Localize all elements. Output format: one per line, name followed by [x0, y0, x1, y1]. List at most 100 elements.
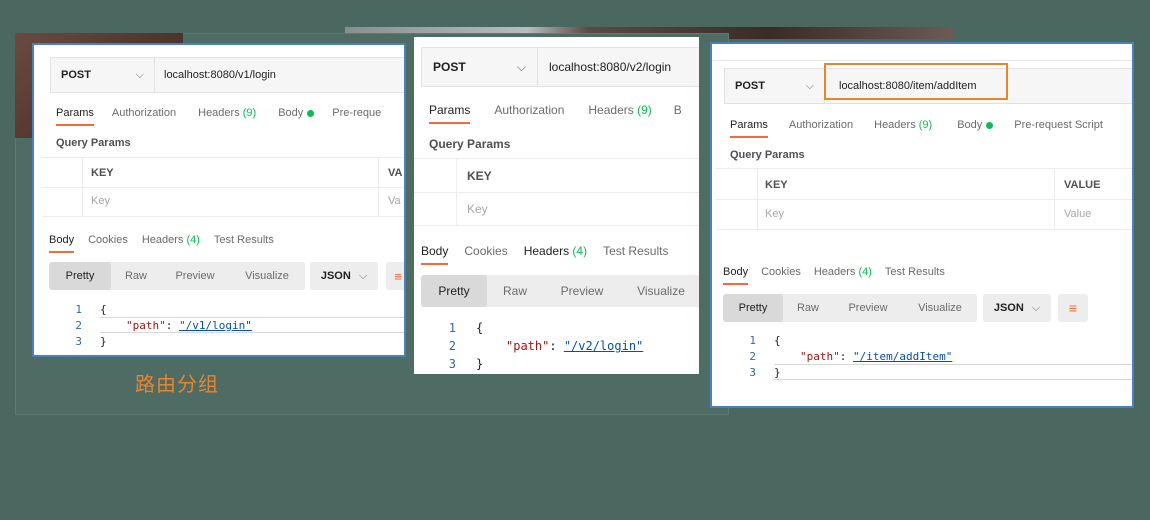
chevron-down-icon: ⌵	[135, 68, 144, 81]
value-input[interactable]: Va	[388, 195, 401, 207]
response-tab-test-results[interactable]: Test Results	[214, 234, 274, 246]
tab-authorization[interactable]: Authorization	[789, 119, 853, 131]
tab-params[interactable]: Params	[429, 103, 471, 124]
json-close-brace: }	[100, 335, 107, 348]
tab-pre-request[interactable]: Pre-reque	[332, 107, 381, 119]
tab-body-label: Body	[278, 107, 304, 119]
response-tab-test-results[interactable]: Test Results	[603, 244, 668, 258]
value-input[interactable]: Value	[1064, 208, 1091, 220]
format-dropdown[interactable]: JSON ⌵	[310, 262, 378, 290]
response-tab-cookies[interactable]: Cookies	[761, 266, 801, 278]
response-code: 1 2 3 { "path": "/v1/login" }	[34, 301, 404, 351]
wrap-lines-button[interactable]: ≡	[386, 262, 404, 290]
tab-params[interactable]: Params	[730, 119, 768, 138]
view-preview[interactable]: Preview	[161, 262, 229, 290]
tab-pre-request[interactable]: Pre-request Script	[1014, 119, 1103, 131]
headers-count: (9)	[242, 107, 257, 119]
tab-headers[interactable]: Headers (9)	[588, 103, 651, 117]
json-path-line: "path": "/v2/login"	[506, 339, 643, 353]
tab-body[interactable]: Body	[278, 107, 315, 119]
view-pretty[interactable]: Pretty	[723, 294, 783, 322]
query-params-label: Query Params	[730, 149, 805, 161]
response-tab-cookies[interactable]: Cookies	[464, 244, 507, 258]
json-value: "/v1/login"	[179, 319, 252, 332]
url-input[interactable]: localhost:8080/v1/login	[155, 58, 276, 92]
line-number: 1	[749, 334, 756, 347]
json-close-brace: }	[774, 366, 781, 379]
tab-body-label: Body	[957, 119, 983, 131]
json-open-brace: {	[774, 334, 781, 347]
key-header: KEY	[765, 179, 788, 191]
response-tab-test-results[interactable]: Test Results	[885, 266, 945, 278]
method-select[interactable]: POST ⌵	[725, 69, 825, 103]
format-label: JSON	[993, 302, 1024, 314]
response-headers-count: (4)	[858, 266, 872, 278]
response-tab-headers[interactable]: Headers (4)	[814, 266, 872, 278]
format-label: JSON	[320, 270, 351, 282]
view-mode-segmented: Pretty Raw Preview Visualize	[49, 262, 305, 290]
json-colon: :	[839, 350, 853, 363]
line-number: 3	[749, 366, 756, 379]
tab-body[interactable]: B	[674, 103, 682, 117]
json-value: "/v2/login"	[563, 339, 644, 353]
key-input[interactable]: Key	[467, 202, 488, 216]
value-header: VALUE	[1064, 179, 1101, 191]
headers-count: (9)	[918, 119, 933, 131]
view-visualize[interactable]: Visualize	[621, 275, 699, 307]
wrap-lines-button[interactable]: ≡	[1058, 294, 1088, 322]
response-tab-headers-label: Headers	[141, 234, 184, 246]
format-dropdown[interactable]: JSON ⌵	[983, 294, 1051, 322]
tab-headers[interactable]: Headers (9)	[874, 119, 932, 131]
json-open-brace: {	[476, 321, 484, 335]
request-tabs: Params Authorization Headers (9) Body Pr…	[730, 119, 1103, 138]
wrap-lines-icon: ≡	[394, 268, 402, 284]
line-number: 2	[448, 339, 456, 353]
chevron-down-icon: ⌵	[1031, 301, 1041, 314]
response-tab-body[interactable]: Body	[49, 234, 75, 253]
tab-headers[interactable]: Headers (9)	[198, 107, 256, 119]
line-number: 1	[448, 321, 456, 335]
view-preview[interactable]: Preview	[543, 275, 621, 307]
url-input[interactable]: localhost:8080/v2/login	[538, 48, 671, 86]
response-tab-headers[interactable]: Headers (4)	[142, 234, 200, 246]
line-number: 2	[75, 319, 82, 332]
response-tab-headers-label: Headers	[523, 244, 570, 258]
tab-authorization[interactable]: Authorization	[112, 107, 176, 119]
response-tab-cookies[interactable]: Cookies	[88, 234, 128, 246]
view-visualize[interactable]: Visualize	[903, 294, 977, 322]
url-text: localhost:8080/v1/login	[164, 69, 276, 81]
response-tab-body[interactable]: Body	[421, 244, 449, 265]
status-dot-icon	[986, 121, 994, 129]
view-raw[interactable]: Raw	[783, 294, 833, 322]
request-bar: POST ⌵ localhost:8080/v2/login	[421, 47, 699, 87]
view-preview[interactable]: Preview	[833, 294, 903, 322]
key-input[interactable]: Key	[91, 195, 110, 207]
json-key: "path"	[800, 350, 840, 363]
view-visualize[interactable]: Visualize	[229, 262, 305, 290]
method-select[interactable]: POST ⌵	[422, 48, 538, 86]
caption-route-grouping: 路由分组	[135, 374, 219, 396]
method-label: POST	[433, 60, 466, 74]
url-highlight-box	[824, 63, 1008, 100]
tab-body[interactable]: Body	[957, 119, 994, 131]
key-input[interactable]: Key	[765, 208, 784, 220]
query-params-table: KEY VALUE Key Value	[716, 168, 1132, 230]
method-label: POST	[61, 69, 91, 81]
line-number: 3	[448, 357, 456, 371]
response-code: 1 2 3 { "path": "/v2/login" }	[414, 319, 699, 374]
method-select[interactable]: POST ⌵	[51, 58, 155, 92]
view-pretty[interactable]: Pretty	[49, 262, 111, 290]
view-raw[interactable]: Raw	[111, 262, 161, 290]
response-tab-body[interactable]: Body	[723, 266, 749, 285]
line-number: 1	[75, 303, 82, 316]
json-value: "/item/addItem"	[853, 350, 953, 363]
tab-authorization[interactable]: Authorization	[494, 103, 564, 117]
status-dot-icon	[307, 109, 315, 117]
view-raw[interactable]: Raw	[487, 275, 543, 307]
tab-params[interactable]: Params	[56, 107, 94, 126]
response-tab-headers[interactable]: Headers (4)	[524, 244, 587, 258]
headers-count: (9)	[637, 103, 652, 117]
wrap-lines-icon: ≡	[1068, 300, 1078, 316]
line-number: 2	[749, 350, 756, 363]
view-pretty[interactable]: Pretty	[421, 275, 487, 307]
